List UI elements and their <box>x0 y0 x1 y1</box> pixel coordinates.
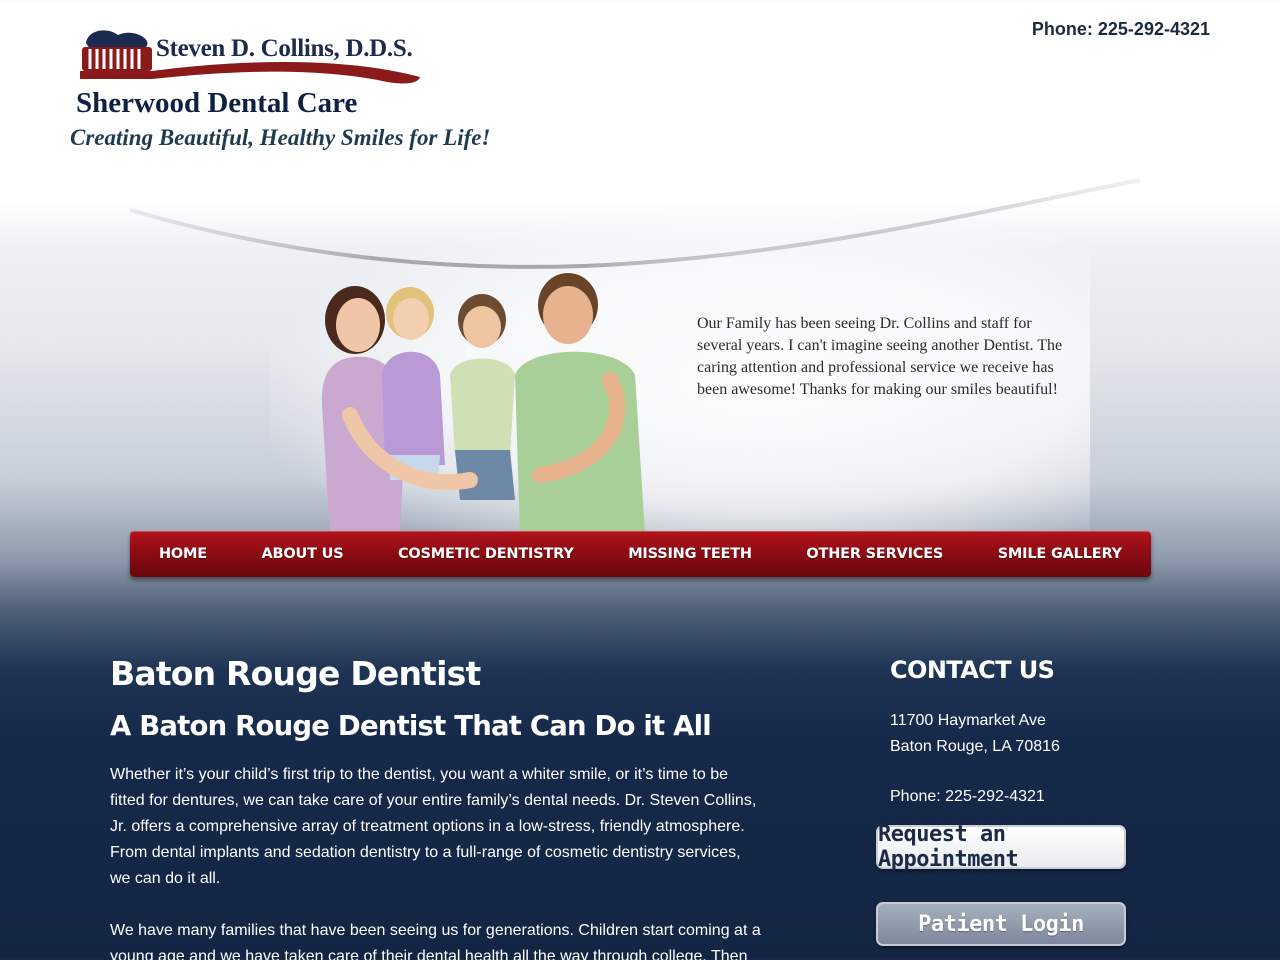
contact-sidebar: CONTACT US 11700 Haymarket Ave Baton Rou… <box>876 650 1150 946</box>
nav-home[interactable]: HOME <box>159 546 207 562</box>
request-appointment-button[interactable]: Request an Appointment <box>876 822 1126 872</box>
nav-smile-gallery[interactable]: SMILE GALLERY <box>998 546 1122 562</box>
site-header: Steven D. Collins, D.D.S. Sherwood Denta… <box>0 0 1280 170</box>
address-block: 11700 Haymarket Ave Baton Rouge, LA 7081… <box>890 708 1150 760</box>
header-phone[interactable]: Phone: 225-292-4321 <box>1032 19 1210 40</box>
nav-missing-teeth[interactable]: MISSING TEETH <box>628 546 752 562</box>
practice-name: Sherwood Dental Care <box>76 87 358 119</box>
nav-other-services[interactable]: OTHER SERVICES <box>806 546 943 562</box>
contact-phone[interactable]: Phone: 225-292-4321 <box>890 784 1150 810</box>
main-content: Baton Rouge Dentist A Baton Rouge Dentis… <box>110 650 770 960</box>
nav-cosmetic-dentistry[interactable]: COSMETIC DENTISTRY <box>398 546 574 562</box>
address-line-2: Baton Rouge, LA 70816 <box>890 738 1060 755</box>
hero-banner: Our Family has been seeing Dr. Collins a… <box>130 170 1150 540</box>
patient-login-button[interactable]: Patient Login <box>876 902 1126 946</box>
page-title: Baton Rouge Dentist <box>110 654 481 693</box>
intro-paragraph: Whether it’s your child’s first trip to … <box>110 766 757 887</box>
tagline: Creating Beautiful, Healthy Smiles for L… <box>70 125 491 150</box>
address-line-1: 11700 Haymarket Ave <box>890 712 1046 729</box>
main-nav: HOME ABOUT US COSMETIC DENTISTRY MISSING… <box>130 531 1151 577</box>
testimonial-quote: Our Family has been seeing Dr. Collins a… <box>697 315 1063 398</box>
doctor-name: Steven D. Collins, D.D.S. <box>156 35 413 62</box>
page-subtitle: A Baton Rouge Dentist That Can Do it All <box>110 710 712 742</box>
logo[interactable]: Steven D. Collins, D.D.S. Sherwood Denta… <box>70 25 530 155</box>
contact-title: CONTACT US <box>890 656 1055 684</box>
family-photo <box>321 273 645 535</box>
families-paragraph: We have many families that have been see… <box>110 922 761 960</box>
nav-about-us[interactable]: ABOUT US <box>262 546 344 562</box>
